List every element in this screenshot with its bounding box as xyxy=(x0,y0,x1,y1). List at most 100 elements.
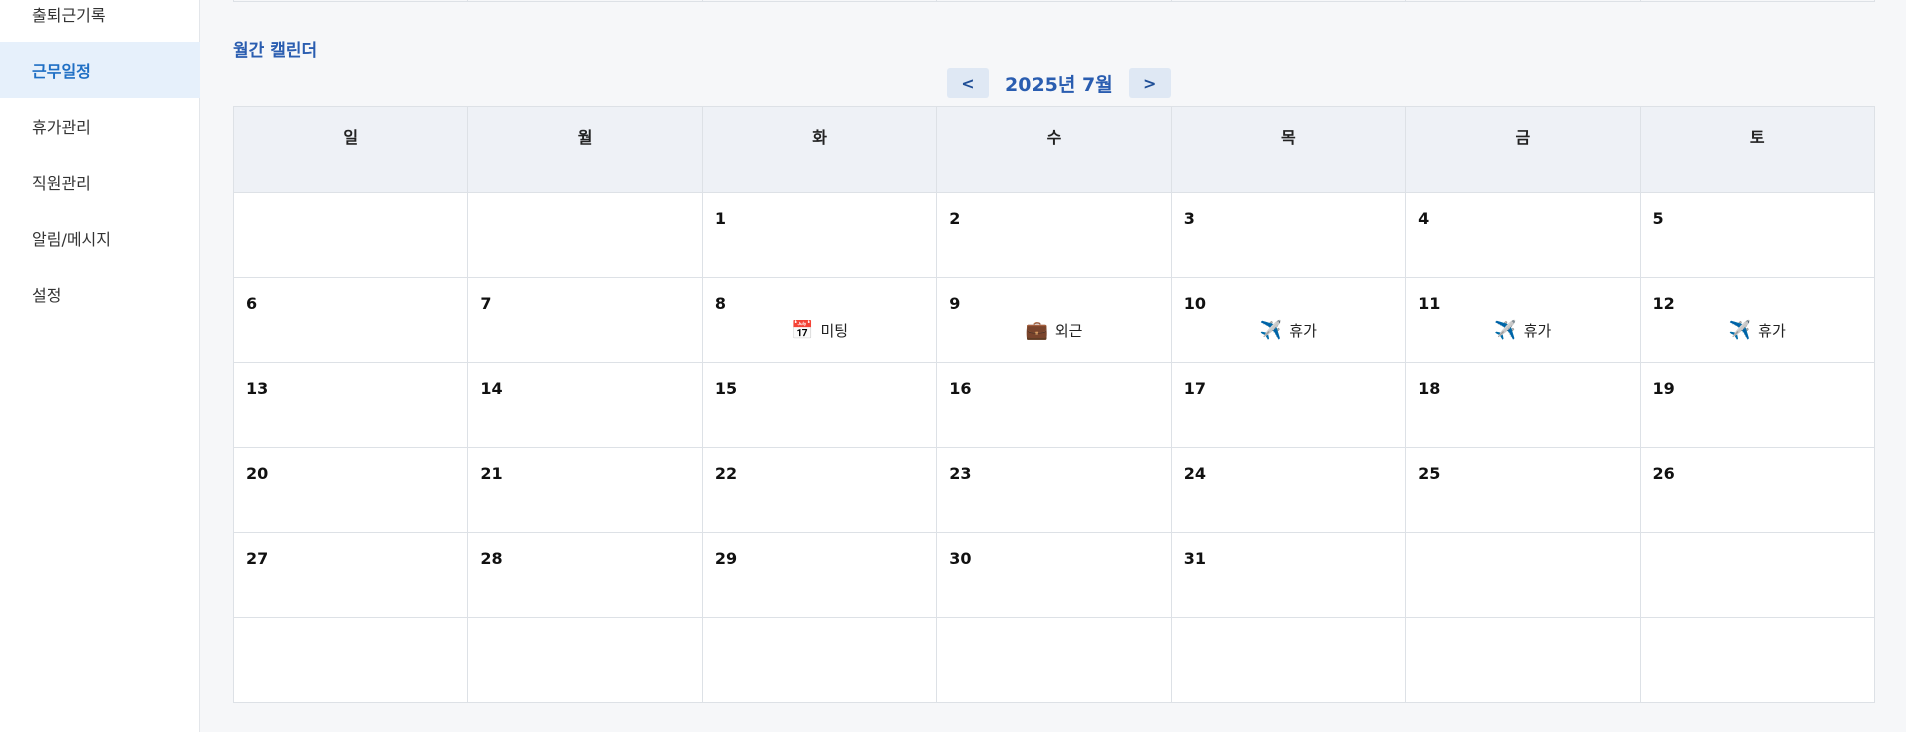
calendar-empty-cell xyxy=(1170,617,1407,703)
calendar-day-cell[interactable]: 15 xyxy=(701,362,938,448)
sidebar-item-schedule[interactable]: 근무일정 xyxy=(0,42,200,98)
day-number: 11 xyxy=(1418,294,1441,313)
day-number: 28 xyxy=(480,549,503,568)
day-number xyxy=(1418,549,1639,569)
day-number: 9 xyxy=(949,294,961,313)
calendar-day-cell[interactable]: 8 📅 미팅 xyxy=(701,277,938,363)
sidebar-item-label: 설정 xyxy=(32,286,62,305)
calendar-event[interactable]: ✈️ 휴가 xyxy=(1406,320,1639,341)
calendar-week-row: 20 21 22 23 24 25 26 xyxy=(232,447,1876,533)
calendar-empty-cell xyxy=(232,192,469,278)
calendar-day-cell[interactable]: 14 xyxy=(467,362,703,448)
calendar-day-cell[interactable]: 30 xyxy=(936,532,1172,618)
day-number xyxy=(949,634,1170,654)
day-number: 14 xyxy=(480,379,503,398)
calendar-day-cell[interactable]: 18 xyxy=(1405,362,1641,448)
sidebar-item-settings[interactable]: 설정 xyxy=(0,266,200,322)
day-number: 19 xyxy=(1652,379,1675,398)
calendar-empty-cell xyxy=(467,617,703,703)
day-number: 20 xyxy=(246,464,269,483)
calendar-event[interactable]: ✈️ 휴가 xyxy=(1641,320,1874,341)
calendar-week-row: 1 2 3 4 5 xyxy=(232,192,1876,278)
sidebar-item-leave[interactable]: 휴가관리 xyxy=(0,98,200,154)
day-number: 29 xyxy=(714,549,738,568)
weekday-header: 화 xyxy=(701,106,938,193)
airplane-icon: ✈️ xyxy=(1728,319,1752,341)
calendar-day-cell[interactable]: 13 xyxy=(232,362,469,448)
sidebar-item-label: 근무일정 xyxy=(32,62,91,81)
calendar-day-cell[interactable]: 22 xyxy=(701,447,938,533)
calendar-day-cell[interactable]: 25 xyxy=(1405,447,1641,533)
day-number: 21 xyxy=(480,464,503,483)
calendar-day-cell[interactable]: 1 xyxy=(701,192,938,278)
day-number: 26 xyxy=(1652,464,1675,483)
day-number: 25 xyxy=(1418,464,1441,483)
calendar-day-cell[interactable]: 17 xyxy=(1170,362,1407,448)
sidebar-item-employees[interactable]: 직원관리 xyxy=(0,154,200,210)
day-number: 10 xyxy=(1183,294,1206,313)
calendar-day-cell[interactable]: 6 xyxy=(232,277,469,363)
calendar-day-cell[interactable]: 12 ✈️ 휴가 xyxy=(1639,277,1876,363)
calendar-week-row: 6 7 8 📅 미팅 9 💼 외근 10 ✈️ 휴가 11 ✈️ 휴가 12 ✈️ 휴가 xyxy=(232,277,1876,363)
calendar-day-cell[interactable]: 31 xyxy=(1170,532,1407,618)
airplane-icon: ✈️ xyxy=(1259,319,1283,341)
sidebar-item-label: 출퇴근기록 xyxy=(32,6,106,25)
calendar-day-cell[interactable]: 29 xyxy=(701,532,938,618)
day-number: 6 xyxy=(246,294,258,313)
calendar-day-cell[interactable]: 16 xyxy=(936,362,1172,448)
day-number: 18 xyxy=(1418,379,1441,398)
weekday-header: 월 xyxy=(467,106,703,193)
calendar-day-cell[interactable]: 27 xyxy=(232,532,469,618)
day-number: 5 xyxy=(1652,209,1664,228)
day-number xyxy=(480,209,701,229)
day-number: 30 xyxy=(949,549,972,568)
calendar-empty-cell xyxy=(701,617,938,703)
calendar-day-cell[interactable]: 20 xyxy=(232,447,469,533)
calendar-day-cell[interactable]: 5 xyxy=(1639,192,1876,278)
calendar-empty-cell xyxy=(1639,617,1876,703)
next-month-button[interactable]: > xyxy=(1128,68,1171,98)
calendar-day-cell[interactable]: 21 xyxy=(467,447,703,533)
calendar-event[interactable]: 💼 외근 xyxy=(937,320,1170,341)
day-number xyxy=(1418,634,1639,654)
calendar-day-cell[interactable]: 2 xyxy=(936,192,1172,278)
prev-month-button[interactable]: < xyxy=(947,68,989,98)
day-number: 31 xyxy=(1183,549,1206,568)
day-number: 23 xyxy=(949,464,972,483)
month-label: 2025년 7월 xyxy=(1005,73,1113,96)
calendar-day-cell[interactable]: 4 xyxy=(1405,192,1641,278)
sidebar-item-label: 알림/메시지 xyxy=(32,230,111,249)
monthly-calendar: 일 월 화 수 목 금 토 1 2 3 4 5 6 7 8 📅 미팅 9 💼 외근 10 ✈️ 휴가 11 ✈️ 휴… xyxy=(232,106,1876,703)
sidebar-item-label: 직원관리 xyxy=(32,174,91,193)
event-label: 휴가 xyxy=(1523,322,1552,340)
day-number: 3 xyxy=(1183,209,1195,228)
section-title: 월간 캘린더 xyxy=(233,41,318,61)
calendar-day-cell[interactable]: 9 💼 외근 xyxy=(936,277,1172,363)
calendar-day-cell[interactable]: 11 ✈️ 휴가 xyxy=(1405,277,1641,363)
sidebar-item-notifications[interactable]: 알림/메시지 xyxy=(0,210,200,266)
calendar-day-cell[interactable]: 26 xyxy=(1639,447,1876,533)
calendar-day-cell[interactable]: 19 xyxy=(1639,362,1876,448)
calendar-day-cell[interactable]: 7 xyxy=(467,277,703,363)
airplane-icon: ✈️ xyxy=(1494,319,1517,341)
calendar-day-cell[interactable]: 23 xyxy=(936,447,1172,533)
previous-table-remnant xyxy=(233,0,1875,2)
event-label: 휴가 xyxy=(1758,322,1786,340)
day-number: 24 xyxy=(1183,464,1206,483)
calendar-empty-cell xyxy=(1405,532,1641,618)
calendar-day-cell[interactable]: 28 xyxy=(467,532,703,618)
calendar-day-cell[interactable]: 24 xyxy=(1170,447,1407,533)
sidebar-item-attendance[interactable]: 출퇴근기록 xyxy=(0,0,200,42)
calendar-event[interactable]: 📅 미팅 xyxy=(703,320,936,341)
calendar-empty-cell xyxy=(467,192,703,278)
weekday-header: 목 xyxy=(1170,106,1407,193)
day-number xyxy=(715,634,936,654)
weekday-header: 토 xyxy=(1639,106,1876,193)
calendar-week-row xyxy=(232,617,1876,703)
day-number: 15 xyxy=(714,379,738,398)
calendar-day-cell[interactable]: 10 ✈️ 휴가 xyxy=(1170,277,1407,363)
day-number: 22 xyxy=(714,464,738,483)
briefcase-icon: 💼 xyxy=(1025,319,1048,341)
calendar-event[interactable]: ✈️ 휴가 xyxy=(1172,320,1405,341)
calendar-day-cell[interactable]: 3 xyxy=(1170,192,1407,278)
